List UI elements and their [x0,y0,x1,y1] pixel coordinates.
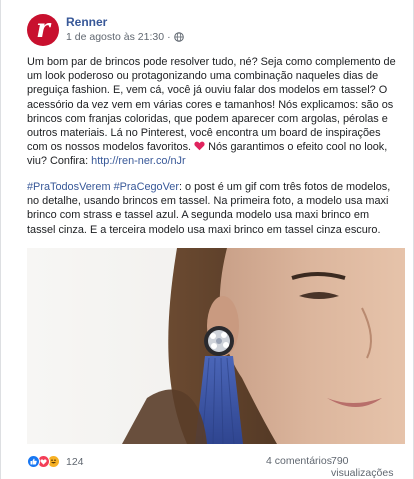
hashtag-pratodosverem[interactable]: #PraTodosVerem [27,181,111,193]
reaction-count: 124 [66,455,84,468]
post-meta: 1 de agosto às 21:30 · [66,31,184,43]
post-header: r Renner 1 de agosto às 21:30 · [27,14,387,48]
facebook-post: r Renner 1 de agosto às 21:30 · Um bom p… [0,0,414,479]
comments-count-link[interactable]: 4 comentários [266,455,332,467]
meta-separator: · [167,31,171,43]
earring-stud [204,326,234,356]
heart-icon [194,141,205,151]
page-avatar[interactable]: r [27,14,59,46]
post-text-part: Um bom par de brincos pode resolver tudo… [27,56,396,154]
views-count[interactable]: 790 visualizações [331,455,405,479]
post-text-paragraph-1: Um bom par de brincos pode resolver tudo… [27,55,399,169]
model-photo-illustration [27,248,405,444]
post-text-paragraph-2: #PraTodosVerem #PraCegoVer: o post é um … [27,180,399,237]
post-timestamp[interactable]: 1 de agosto às 21:30 [66,31,164,43]
avatar-logo-letter: r [36,13,50,44]
like-reaction-icon [27,455,40,468]
post-footer: 124 4 comentários 790 visualizações [27,455,405,479]
globe-icon[interactable] [173,32,184,42]
post-url-link[interactable]: http://ren-ner.co/nJr [91,155,185,167]
hashtag-pracegover[interactable]: #PraCegoVer [114,181,179,193]
post-image[interactable] [27,248,405,444]
reactions-summary[interactable]: 124 [27,455,84,468]
page-name-link[interactable]: Renner [66,15,107,29]
